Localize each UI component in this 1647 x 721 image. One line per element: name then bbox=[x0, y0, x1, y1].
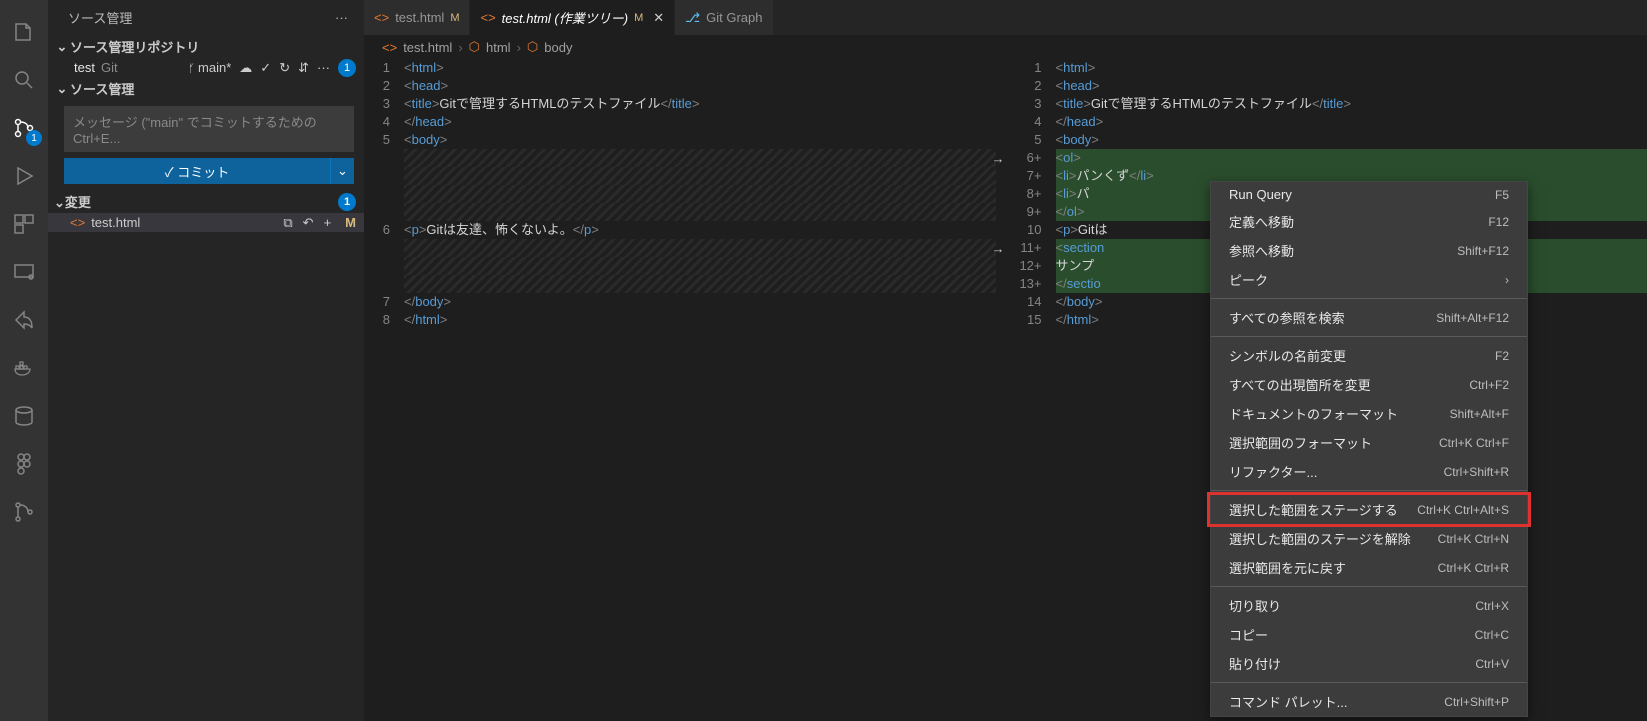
db-icon[interactable] bbox=[0, 392, 48, 440]
menu-item[interactable]: 参照へ移動Shift+F12 bbox=[1211, 236, 1527, 265]
context-menu: Run QueryF5定義へ移動F12参照へ移動Shift+F12ピーク› すべて… bbox=[1210, 181, 1528, 717]
figma-icon[interactable] bbox=[0, 440, 48, 488]
repo-name: test bbox=[74, 60, 95, 75]
diff-gutter-center: → → bbox=[996, 59, 1016, 721]
more-icon-2[interactable]: ··· bbox=[317, 60, 330, 75]
menu-item[interactable]: 選択範囲のフォーマットCtrl+K Ctrl+F bbox=[1211, 428, 1527, 457]
section-repo[interactable]: ⌄ソース管理リポジトリ bbox=[48, 35, 364, 58]
arrow-icon: → bbox=[992, 151, 1005, 166]
sidebar-title: ソース管理 bbox=[68, 8, 132, 27]
docker-icon[interactable] bbox=[0, 344, 48, 392]
commit-dropdown[interactable]: ⌄ bbox=[330, 158, 354, 184]
menu-item[interactable]: ドキュメントのフォーマットShift+Alt+F bbox=[1211, 399, 1527, 428]
menu-item[interactable]: すべての出現箇所を変更Ctrl+F2 bbox=[1211, 370, 1527, 399]
menu-item[interactable]: すべての参照を検索Shift+Alt+F12 bbox=[1211, 303, 1527, 332]
changes-badge: 1 bbox=[338, 193, 356, 211]
menu-item[interactable]: 貼り付けCtrl+V bbox=[1211, 649, 1527, 678]
tab[interactable]: <>test.htmlM bbox=[364, 0, 470, 35]
search-icon[interactable] bbox=[0, 56, 48, 104]
cloud-icon[interactable]: ☁ bbox=[239, 60, 252, 76]
repo-type: Git bbox=[101, 60, 118, 75]
file-name: test.html bbox=[91, 215, 140, 230]
menu-item[interactable]: リファクター...Ctrl+Shift+R bbox=[1211, 457, 1527, 486]
sidebar-header: ソース管理 ··· bbox=[48, 0, 364, 35]
discard-icon[interactable]: ↶ bbox=[303, 215, 314, 231]
html-file-icon: <> bbox=[70, 215, 85, 230]
menu-item[interactable]: シンボルの名前変更F2 bbox=[1211, 341, 1527, 370]
tree-icon[interactable]: ⇵ bbox=[298, 60, 309, 76]
close-icon[interactable]: ✕ bbox=[653, 10, 664, 26]
arrow-icon: → bbox=[992, 241, 1005, 256]
menu-item[interactable]: コマンド パレット...Ctrl+Shift+P bbox=[1211, 687, 1527, 716]
check-icon[interactable]: ✓ bbox=[260, 60, 271, 76]
extensions-icon[interactable] bbox=[0, 200, 48, 248]
sidebar: ソース管理 ··· ⌄ソース管理リポジトリ test Git ᚶ main* ☁… bbox=[48, 0, 364, 721]
branch-icon[interactable]: ᚶ main* bbox=[188, 60, 231, 75]
run-icon[interactable] bbox=[0, 152, 48, 200]
git-graph-icon[interactable] bbox=[0, 488, 48, 536]
activity-bar: 1 bbox=[0, 0, 48, 721]
open-file-icon[interactable]: ⧉ bbox=[283, 215, 292, 231]
scm-icon[interactable]: 1 bbox=[0, 104, 48, 152]
tab[interactable]: <>test.html (作業ツリー)M✕ bbox=[470, 0, 675, 35]
tab-bar: <>test.htmlM<>test.html (作業ツリー)M✕⎇Git Gr… bbox=[364, 0, 1647, 35]
breadcrumb[interactable]: <>test.html›⬡html›⬡body bbox=[364, 35, 1647, 59]
commit-message-input[interactable]: メッセージ ("main" でコミットするためのCtrl+E... bbox=[64, 106, 354, 152]
menu-item[interactable]: ピーク› bbox=[1211, 265, 1527, 294]
menu-item[interactable]: 選択した範囲をステージするCtrl+K Ctrl+Alt+S bbox=[1211, 495, 1527, 524]
menu-item[interactable]: コピーCtrl+C bbox=[1211, 620, 1527, 649]
repo-row[interactable]: test Git ᚶ main* ☁ ✓ ↻ ⇵ ··· 1 bbox=[48, 58, 364, 77]
files-icon[interactable] bbox=[0, 8, 48, 56]
menu-item[interactable]: Run QueryF5 bbox=[1211, 182, 1527, 207]
diff-left-pane[interactable]: 12345678<html> <head> <title>Gitで管理するHTM… bbox=[364, 59, 996, 721]
file-status: M bbox=[345, 215, 356, 231]
menu-item[interactable]: 切り取りCtrl+X bbox=[1211, 591, 1527, 620]
changed-file-row[interactable]: <> test.html ⧉ ↶ + M bbox=[48, 213, 364, 232]
tab[interactable]: ⎇Git Graph bbox=[675, 0, 773, 35]
commit-button[interactable]: ✓ コミット bbox=[64, 158, 330, 184]
menu-item[interactable]: 選択した範囲のステージを解除Ctrl+K Ctrl+N bbox=[1211, 524, 1527, 553]
menu-item[interactable]: 定義へ移動F12 bbox=[1211, 207, 1527, 236]
menu-item[interactable]: 選択範囲を元に戻すCtrl+K Ctrl+R bbox=[1211, 553, 1527, 582]
remote-icon[interactable] bbox=[0, 248, 48, 296]
share-icon[interactable] bbox=[0, 296, 48, 344]
section-changes[interactable]: ⌄変更 1 bbox=[48, 190, 364, 213]
scm-badge: 1 bbox=[26, 130, 42, 146]
section-scm[interactable]: ⌄ソース管理 bbox=[48, 77, 364, 100]
more-icon[interactable]: ··· bbox=[335, 10, 348, 25]
repo-badge: 1 bbox=[338, 59, 356, 77]
refresh-icon[interactable]: ↻ bbox=[279, 60, 290, 76]
stage-icon[interactable]: + bbox=[324, 215, 332, 231]
